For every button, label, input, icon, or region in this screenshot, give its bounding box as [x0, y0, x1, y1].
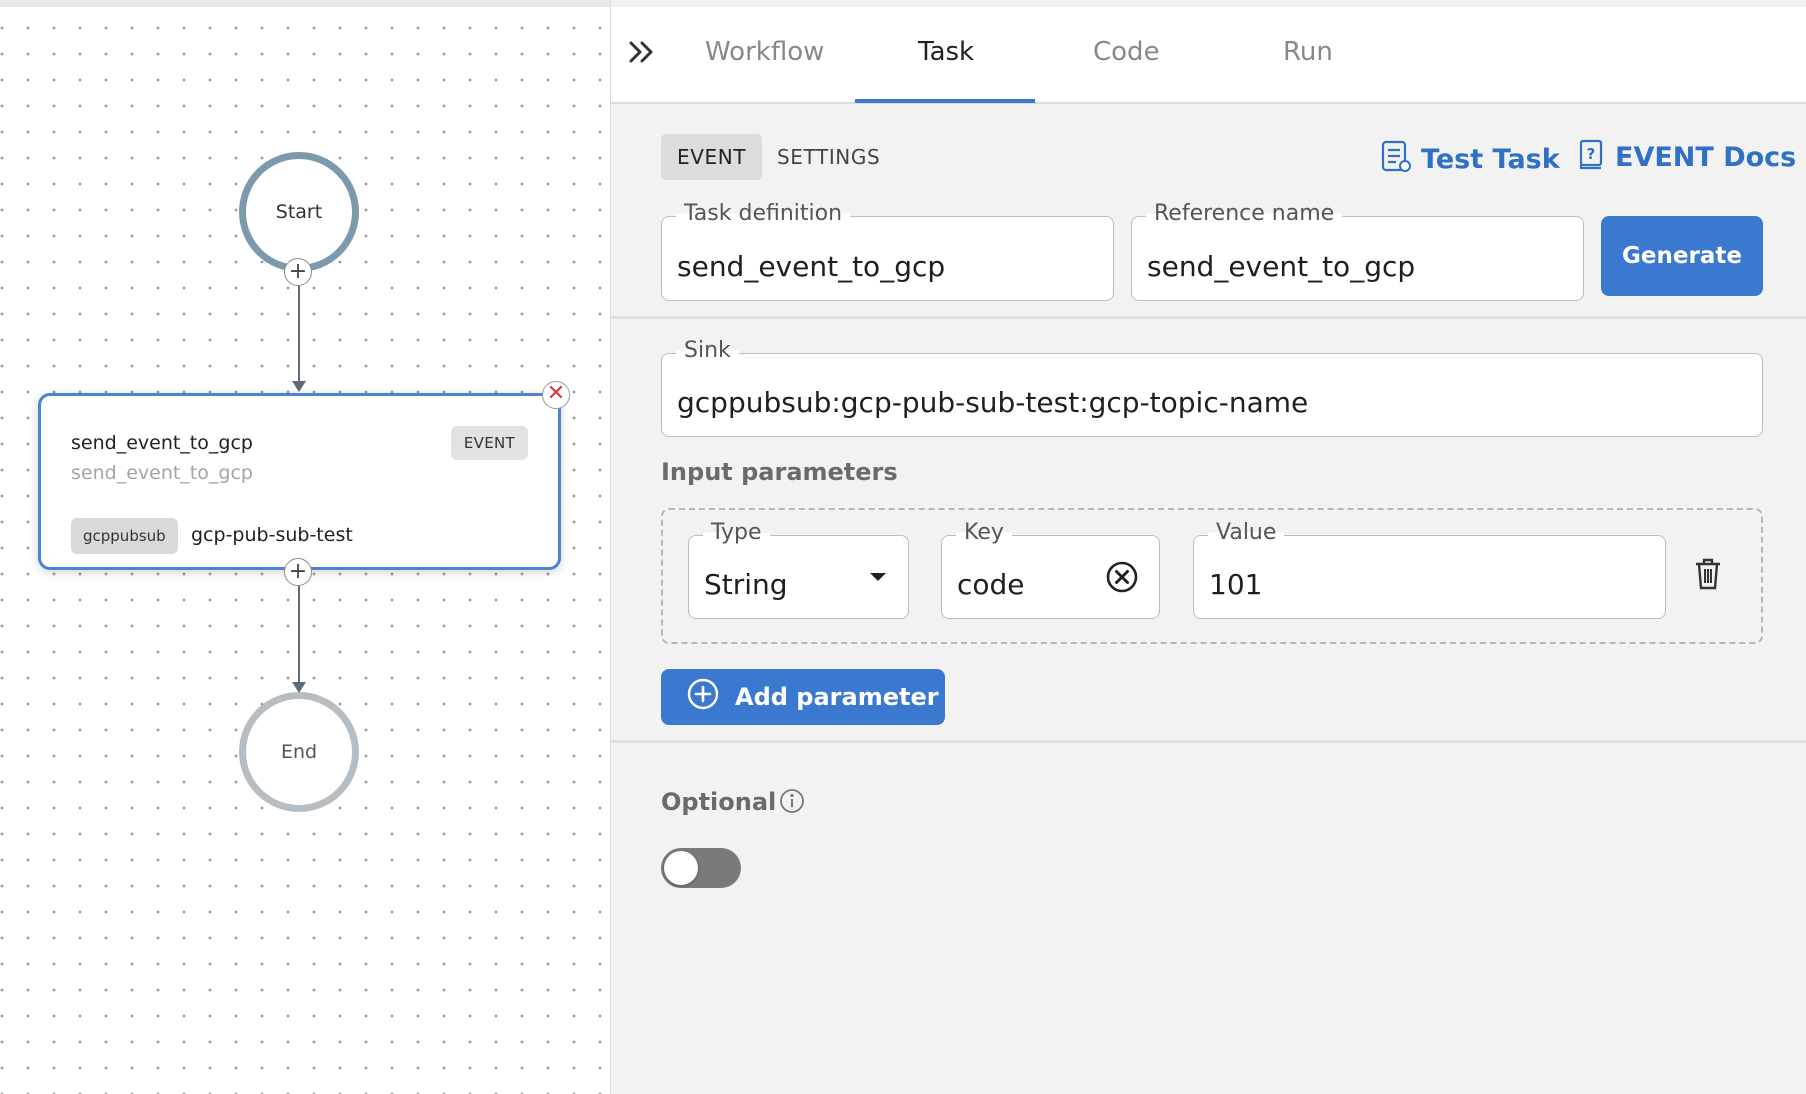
tab-code[interactable]: Code: [1093, 37, 1160, 67]
event-docs-link[interactable]: ? EVENT Docs: [1577, 138, 1796, 177]
end-node-label: End: [280, 741, 318, 763]
add-parameter-button[interactable]: Add parameter: [661, 669, 945, 725]
test-task-label: Test Task: [1421, 144, 1560, 175]
dropdown-caret-icon: [870, 573, 886, 581]
plus-circle-icon: [687, 678, 719, 716]
reference-name-field[interactable]: Reference name send_event_to_gcp: [1131, 201, 1584, 301]
optional-label: Optional: [661, 788, 777, 816]
parameter-type-label: Type: [703, 520, 770, 545]
parameter-type-value: String: [704, 568, 788, 601]
workflow-canvas[interactable]: Start + send_event_to_gcp send_event_to_…: [0, 0, 610, 1094]
reference-name-value: send_event_to_gcp: [1147, 250, 1416, 283]
parameter-key-field[interactable]: Key code: [941, 520, 1160, 619]
sink-type-chip: gcppubsub: [71, 518, 178, 554]
section-divider: [611, 316, 1806, 319]
add-task-button[interactable]: +: [284, 558, 312, 586]
tab-run[interactable]: Run: [1283, 37, 1333, 67]
parameter-key-value: code: [957, 568, 1025, 601]
collapse-panel-button[interactable]: [627, 39, 657, 71]
trash-icon[interactable]: [1692, 556, 1724, 596]
tab-task[interactable]: Task: [918, 37, 974, 67]
active-tab-indicator: [855, 99, 1035, 103]
checklist-icon: [1379, 138, 1411, 181]
svg-text:?: ?: [1587, 145, 1596, 163]
sink-value: gcppubsub:gcp-pub-sub-test:gcp-topic-nam…: [677, 386, 1309, 419]
sink-name: gcp-pub-sub-test: [191, 524, 353, 546]
end-node[interactable]: End: [239, 692, 359, 812]
task-node-name: send_event_to_gcp: [71, 432, 253, 454]
task-definition-value: send_event_to_gcp: [677, 250, 946, 283]
edge-start-to-task: [298, 286, 300, 382]
plus-icon: +: [288, 559, 308, 584]
tab-workflow[interactable]: Workflow: [705, 37, 824, 67]
task-definition-field[interactable]: Task definition send_event_to_gcp: [661, 201, 1114, 301]
generate-button[interactable]: Generate: [1601, 216, 1763, 296]
add-task-button[interactable]: +: [284, 258, 312, 286]
subtab-event[interactable]: EVENT: [661, 134, 763, 180]
parameter-value-label: Value: [1208, 520, 1285, 545]
reference-name-label: Reference name: [1146, 201, 1343, 226]
start-node[interactable]: Start: [239, 152, 359, 272]
input-parameters-title: Input parameters: [661, 458, 898, 486]
parameter-value-value: 101: [1209, 568, 1263, 601]
task-node-reference: send_event_to_gcp: [71, 462, 253, 484]
close-icon: ✕: [546, 381, 566, 406]
parameter-type-select[interactable]: Type String: [688, 520, 909, 619]
edge-task-to-end: [298, 586, 300, 686]
panel-tab-bar: Workflow Task Code Run: [611, 7, 1806, 104]
canvas-top-border: [0, 0, 610, 7]
subtab-settings[interactable]: SETTINGS: [761, 134, 896, 180]
test-task-link[interactable]: Test Task: [1379, 138, 1560, 181]
toggle-knob: [664, 851, 698, 885]
chevron-double-right-icon: [627, 38, 657, 73]
parameter-row: Type String Key code Value 101: [661, 508, 1763, 644]
task-panel: Workflow Task Code Run EVENT SETTINGS Te…: [610, 0, 1806, 1094]
task-node-card[interactable]: send_event_to_gcp send_event_to_gcp EVEN…: [38, 393, 561, 570]
clear-circle-icon[interactable]: [1105, 560, 1139, 598]
parameter-value-field[interactable]: Value 101: [1193, 520, 1666, 619]
optional-toggle[interactable]: [661, 848, 741, 888]
parameter-key-label: Key: [956, 520, 1012, 545]
task-definition-label: Task definition: [676, 201, 851, 226]
sink-label: Sink: [676, 338, 739, 363]
section-divider: [611, 740, 1806, 743]
edge-arrowhead: [292, 381, 306, 392]
plus-icon: +: [288, 259, 308, 284]
add-parameter-label: Add parameter: [735, 683, 939, 711]
task-type-badge: EVENT: [450, 426, 528, 460]
sink-field[interactable]: Sink gcppubsub:gcp-pub-sub-test:gcp-topi…: [661, 338, 1763, 437]
info-icon[interactable]: [779, 788, 805, 818]
start-node-label: Start: [275, 201, 323, 223]
delete-task-button[interactable]: ✕: [542, 381, 570, 409]
event-docs-label: EVENT Docs: [1615, 142, 1797, 173]
docs-icon: ?: [1577, 138, 1605, 177]
